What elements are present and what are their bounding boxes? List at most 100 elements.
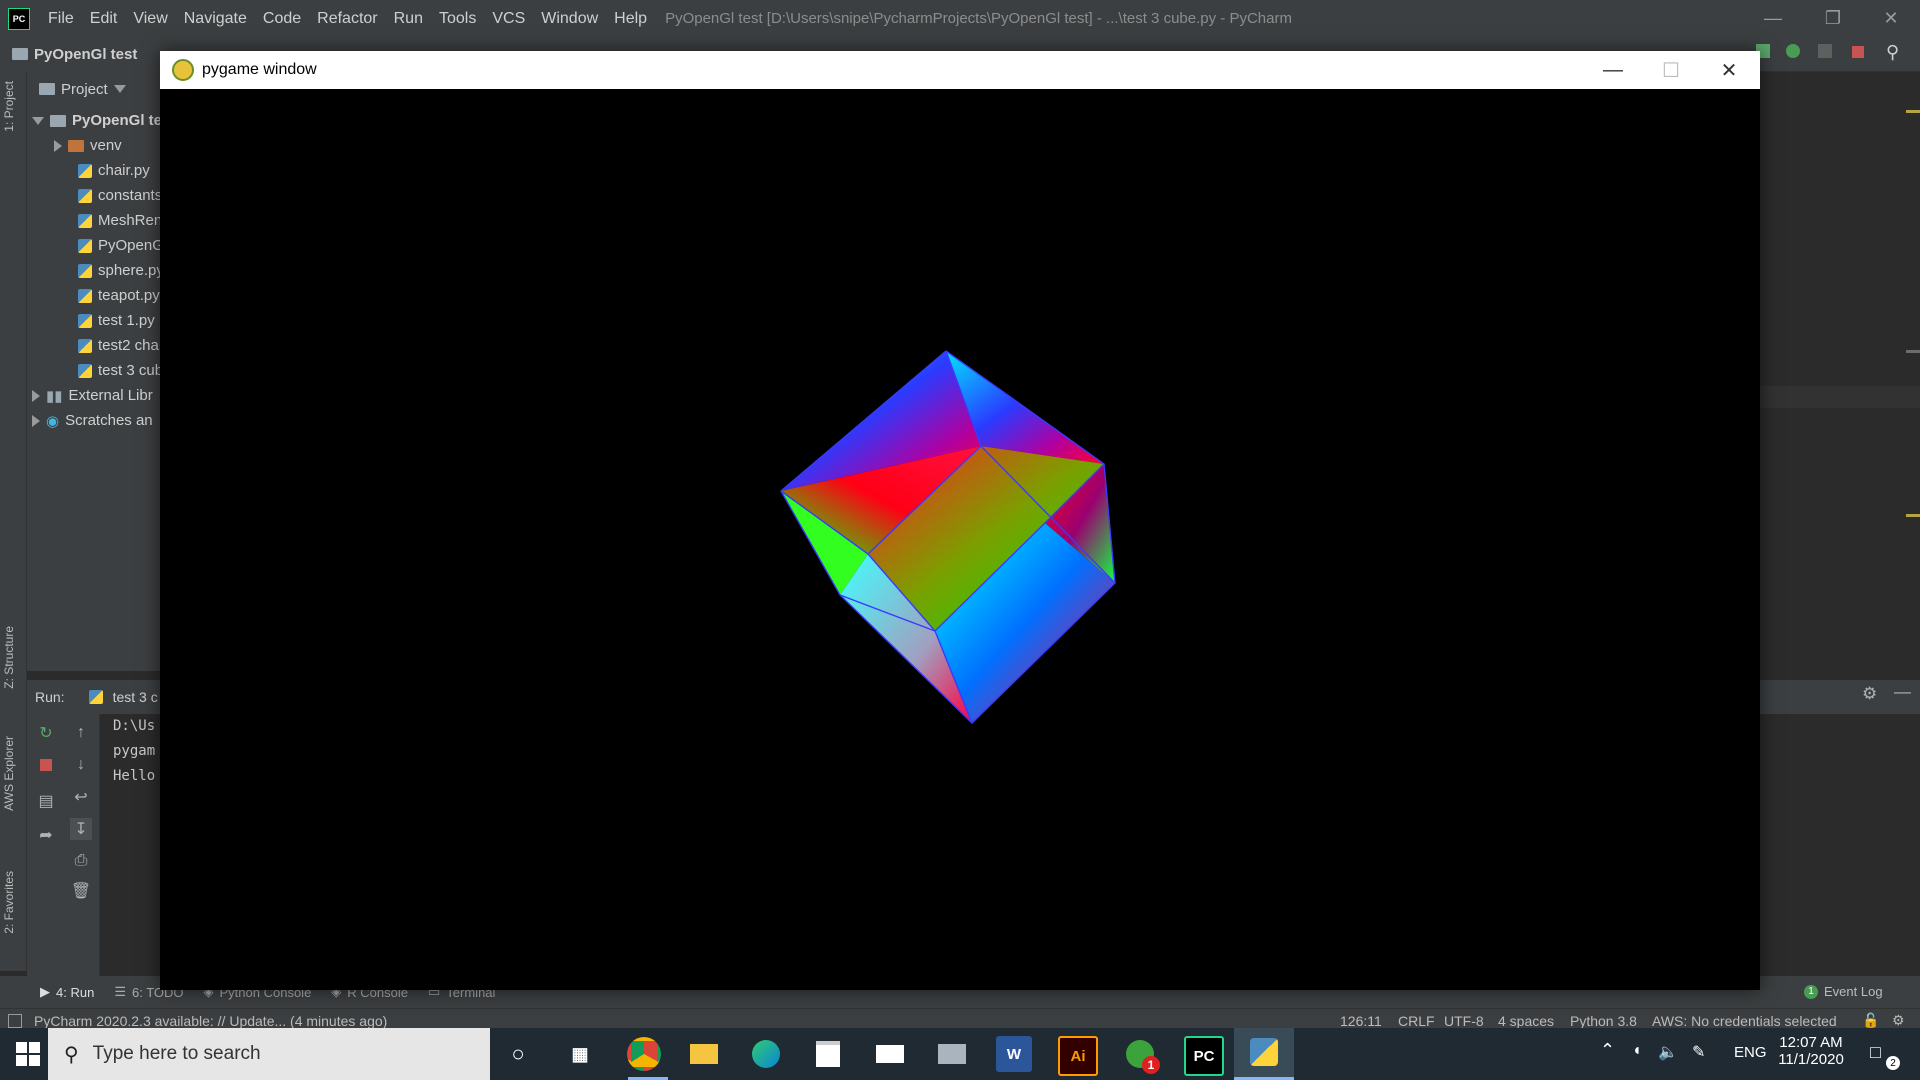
tree-item-file[interactable]: test2 cha xyxy=(78,333,159,358)
menu-help[interactable]: Help xyxy=(606,10,655,28)
toggle-tool-windows-icon[interactable] xyxy=(8,1014,22,1028)
breadcrumb[interactable]: PyOpenGl test xyxy=(12,46,137,63)
language-indicator[interactable]: ENG xyxy=(1734,1044,1767,1061)
stop-icon[interactable] xyxy=(1852,46,1864,58)
file-explorer-icon[interactable] xyxy=(686,1036,722,1072)
pygame-window[interactable] xyxy=(160,51,1760,990)
pycharm-logo-icon[interactable]: PC xyxy=(8,7,30,30)
debug-icon[interactable] xyxy=(1786,44,1800,58)
cube-render-canvas xyxy=(780,350,1116,724)
indent-setting[interactable]: 4 spaces xyxy=(1498,1013,1554,1029)
collapsed-arrow-icon[interactable] xyxy=(32,389,40,402)
layout-icon[interactable]: ▤ xyxy=(35,790,57,812)
toolwindow-run[interactable]: ▶ 4: Run xyxy=(40,984,94,1000)
volume-icon[interactable]: 🔈 xyxy=(1658,1042,1678,1062)
arrow-up-icon[interactable]: ↑ xyxy=(70,722,92,744)
notification-center-icon[interactable]: □ xyxy=(1870,1042,1881,1063)
collapsed-arrow-icon[interactable] xyxy=(32,414,40,427)
python-interpreter[interactable]: Python 3.8 xyxy=(1570,1013,1637,1029)
chevron-down-icon[interactable] xyxy=(113,85,126,93)
tree-item-file[interactable]: sphere.py xyxy=(78,258,164,283)
illustrator-icon[interactable]: Ai xyxy=(1058,1036,1098,1076)
menu-code[interactable]: Code xyxy=(255,10,309,28)
coverage-icon[interactable] xyxy=(1818,44,1832,58)
aws-credentials[interactable]: AWS: No credentials selected xyxy=(1652,1013,1837,1029)
network-icon[interactable]: ◖ xyxy=(1632,1042,1642,1060)
event-log[interactable]: 1 Event Log xyxy=(1804,984,1883,999)
file-encoding[interactable]: UTF-8 xyxy=(1444,1013,1484,1029)
tree-item-scratches[interactable]: ◉ Scratches an xyxy=(32,408,153,433)
tree-item-file[interactable]: test 1.py xyxy=(78,308,155,333)
soft-wrap-icon[interactable]: ↩ xyxy=(70,786,92,808)
tab-favorites[interactable]: 2: Favorites xyxy=(2,871,16,934)
menu-tools[interactable]: Tools xyxy=(431,10,484,28)
print-icon[interactable]: ⎙ xyxy=(70,850,92,872)
tab-project[interactable]: 1: Project xyxy=(2,81,16,132)
edge-icon[interactable] xyxy=(748,1036,784,1072)
mail-icon[interactable] xyxy=(872,1036,908,1072)
printer-icon[interactable] xyxy=(934,1036,970,1072)
scroll-to-end-icon[interactable]: ↧ xyxy=(70,818,92,840)
tree-item-file[interactable]: teapot.py xyxy=(78,283,160,308)
tree-item-file[interactable]: PyOpenG xyxy=(78,233,164,258)
chrome-icon[interactable] xyxy=(626,1036,662,1072)
error-stripe-mark[interactable] xyxy=(1906,514,1920,517)
run-tab[interactable]: test 3 c xyxy=(113,689,158,705)
menu-file[interactable]: File xyxy=(40,10,82,28)
pin-icon[interactable]: ➦ xyxy=(35,824,57,846)
menu-navigate[interactable]: Navigate xyxy=(176,10,255,28)
close-button[interactable]: ✕ xyxy=(1862,0,1920,37)
pygame-close-button[interactable]: ✕ xyxy=(1700,51,1758,89)
menu-view[interactable]: View xyxy=(125,10,175,28)
line-separator[interactable]: CRLF xyxy=(1398,1013,1435,1029)
restore-button[interactable]: ❐ xyxy=(1804,0,1862,37)
menu-vcs[interactable]: VCS xyxy=(484,10,533,28)
pygame-maximize-button[interactable]: ☐ xyxy=(1642,51,1700,89)
store-icon[interactable] xyxy=(810,1036,846,1072)
settings-gear-icon[interactable]: ⚙ xyxy=(1862,684,1877,704)
collapsed-arrow-icon[interactable] xyxy=(54,139,62,152)
clock[interactable]: 12:07 AM 11/1/2020 xyxy=(1778,1034,1844,1068)
menu-edit[interactable]: Edit xyxy=(82,10,126,28)
trash-icon[interactable]: 🗑 xyxy=(70,880,92,902)
tree-item-external-libraries[interactable]: ▮▮ External Libr xyxy=(32,383,153,408)
greenshot-icon[interactable]: 1 xyxy=(1122,1036,1160,1074)
task-view-icon[interactable]: ▦ xyxy=(562,1036,598,1072)
pygame-title-bar[interactable]: pygame window xyxy=(160,51,1760,89)
chevron-up-icon[interactable]: ⌃ xyxy=(1600,1040,1615,1061)
pycharm-icon[interactable]: PC xyxy=(1184,1036,1224,1076)
status-message[interactable]: PyCharm 2020.2.3 available: // Update...… xyxy=(34,1013,387,1029)
tab-structure[interactable]: Z: Structure xyxy=(2,626,16,689)
search-everywhere-icon[interactable]: ⚲ xyxy=(1886,42,1899,63)
rerun-icon[interactable]: ↻ xyxy=(35,722,57,744)
menu-refactor[interactable]: Refactor xyxy=(309,10,385,28)
lock-icon[interactable]: 🔓 xyxy=(1862,1012,1879,1029)
arrow-down-icon[interactable]: ↓ xyxy=(70,754,92,776)
hide-panel-icon[interactable]: — xyxy=(1894,682,1911,702)
error-stripe-mark[interactable] xyxy=(1906,350,1920,353)
windows-start-icon[interactable] xyxy=(16,1042,40,1066)
taskbar-search-box[interactable]: ⚲ Type here to search xyxy=(48,1028,490,1080)
tree-item-file[interactable]: MeshRen xyxy=(78,208,162,233)
inspector-icon[interactable]: ⚙ xyxy=(1892,1012,1905,1029)
cortana-icon[interactable]: ○ xyxy=(500,1036,536,1072)
tree-item-root[interactable]: PyOpenGl te xyxy=(32,108,162,133)
word-icon[interactable]: W xyxy=(996,1036,1032,1072)
expanded-arrow-icon[interactable] xyxy=(32,116,44,125)
tree-item-file[interactable]: test 3 cub xyxy=(78,358,163,383)
minimize-button[interactable]: — xyxy=(1744,0,1802,37)
tree-item-label: test 3 cub xyxy=(98,362,164,379)
python-taskbar-item[interactable] xyxy=(1234,1028,1294,1080)
caret-position[interactable]: 126:11 xyxy=(1340,1013,1382,1029)
project-header[interactable]: Project xyxy=(27,74,126,104)
pygame-minimize-button[interactable]: — xyxy=(1584,51,1642,89)
menu-window[interactable]: Window xyxy=(533,10,606,28)
tree-item-file[interactable]: constants xyxy=(78,183,162,208)
stop-run-icon[interactable] xyxy=(35,754,57,776)
menu-run[interactable]: Run xyxy=(386,10,431,28)
pen-icon[interactable]: ✎ xyxy=(1692,1042,1705,1062)
error-stripe-mark[interactable] xyxy=(1906,110,1920,113)
tree-item-venv[interactable]: venv xyxy=(54,133,122,158)
tree-item-file[interactable]: chair.py xyxy=(78,158,150,183)
tab-aws-explorer[interactable]: AWS Explorer xyxy=(2,736,16,811)
